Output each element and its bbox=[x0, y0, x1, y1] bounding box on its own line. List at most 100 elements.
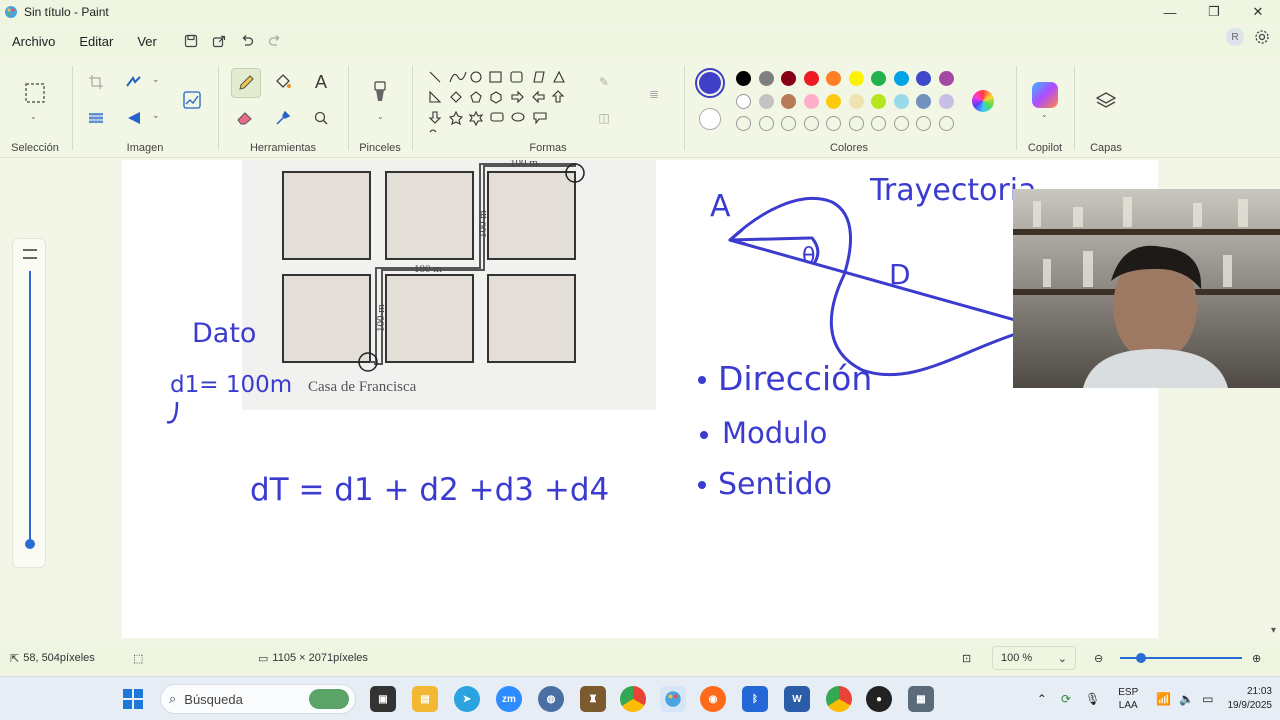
fill-bucket-icon[interactable] bbox=[269, 68, 297, 96]
rotate-icon[interactable] bbox=[120, 104, 148, 132]
selection-rectangle-icon[interactable] bbox=[20, 78, 50, 108]
menu-ver[interactable]: Ver bbox=[125, 34, 169, 49]
secondary-color[interactable] bbox=[699, 108, 721, 130]
telegram-icon[interactable]: ➤ bbox=[454, 686, 480, 712]
image-edit-icon[interactable] bbox=[178, 86, 206, 114]
edit-colors-icon[interactable] bbox=[972, 90, 994, 112]
zoom-slider-track[interactable] bbox=[1120, 653, 1242, 663]
resize-icon[interactable] bbox=[120, 68, 148, 96]
magnifier-icon[interactable] bbox=[307, 104, 335, 132]
custom-color-slot[interactable] bbox=[758, 116, 774, 131]
taskbar-search[interactable]: ⌕ Búsqueda bbox=[160, 684, 356, 714]
chevron-down-icon[interactable]: ⌄ bbox=[377, 112, 384, 121]
palette-swatch[interactable] bbox=[848, 94, 864, 109]
zoom-thumb[interactable] bbox=[25, 539, 35, 549]
chrome-icon[interactable] bbox=[620, 686, 646, 712]
eraser-icon[interactable] bbox=[231, 104, 259, 132]
palette-swatch[interactable] bbox=[781, 71, 796, 86]
fit-window-icon[interactable]: ⊡ bbox=[962, 652, 971, 665]
sync-icon[interactable]: ⟳ bbox=[1061, 692, 1071, 706]
wifi-icon[interactable]: 📶 bbox=[1156, 692, 1171, 706]
palette-swatch[interactable] bbox=[758, 94, 774, 109]
vertical-zoom-panel[interactable] bbox=[12, 238, 46, 568]
zoom-dropdown[interactable]: 100 % ⌄ bbox=[992, 646, 1076, 670]
share-icon[interactable] bbox=[205, 27, 233, 55]
globe-app-icon[interactable]: ◍ bbox=[538, 686, 564, 712]
palette-swatch[interactable] bbox=[826, 94, 841, 109]
settings-gear-icon[interactable] bbox=[1254, 29, 1270, 45]
microphone-icon[interactable]: 🎙 bbox=[1085, 692, 1100, 706]
palette-swatch[interactable] bbox=[871, 71, 886, 86]
custom-color-slot[interactable] bbox=[848, 116, 864, 131]
chrome-profile-icon[interactable] bbox=[826, 686, 852, 712]
palette-swatch[interactable] bbox=[893, 94, 909, 109]
chevron-down-icon[interactable]: ⌄ bbox=[152, 74, 160, 85]
text-tool-icon[interactable]: A bbox=[307, 68, 335, 96]
palette-swatch[interactable] bbox=[736, 94, 751, 109]
palette-swatch[interactable] bbox=[826, 71, 841, 86]
zoom-app-icon[interactable]: zm bbox=[496, 686, 522, 712]
word-icon[interactable]: W bbox=[784, 686, 810, 712]
custom-color-slot[interactable] bbox=[826, 116, 841, 131]
undo-icon[interactable] bbox=[233, 27, 261, 55]
outline-icon[interactable]: ✎ bbox=[590, 68, 618, 96]
save-icon[interactable] bbox=[177, 27, 205, 55]
palette-swatch[interactable] bbox=[803, 71, 819, 86]
custom-color-slot[interactable] bbox=[781, 116, 796, 131]
paint-taskbar-icon[interactable] bbox=[660, 686, 686, 712]
palette-swatch[interactable] bbox=[803, 94, 819, 109]
calculator-icon[interactable]: ▦ bbox=[908, 686, 934, 712]
volume-icon[interactable]: 🔈 bbox=[1179, 692, 1194, 706]
palette-swatch[interactable] bbox=[938, 94, 954, 109]
select-all-icon[interactable] bbox=[82, 104, 110, 132]
media-app-icon[interactable]: ● bbox=[866, 686, 892, 712]
task-view-icon[interactable]: ▣ bbox=[370, 686, 396, 712]
custom-color-slot[interactable] bbox=[871, 116, 886, 131]
menu-archivo[interactable]: Archivo bbox=[0, 34, 67, 49]
palette-swatch[interactable] bbox=[781, 94, 796, 109]
battery-icon[interactable]: ▭ bbox=[1202, 692, 1213, 706]
language-indicator[interactable]: ESP LAA bbox=[1118, 686, 1138, 712]
zoom-out-icon[interactable]: ⊖ bbox=[1094, 652, 1103, 665]
primary-color[interactable] bbox=[695, 68, 725, 98]
palette-swatch[interactable] bbox=[916, 94, 931, 109]
zoom-in-icon[interactable]: ⊕ bbox=[1252, 652, 1261, 665]
shapes-gallery[interactable] bbox=[426, 68, 586, 136]
redo-icon[interactable] bbox=[261, 27, 289, 55]
clock[interactable]: 21:03 19/9/2025 bbox=[1228, 685, 1273, 713]
custom-color-slot[interactable] bbox=[938, 116, 954, 131]
fill-icon[interactable]: ◫ bbox=[590, 104, 618, 132]
custom-color-slot[interactable] bbox=[803, 116, 819, 131]
scroll-down-icon[interactable]: ▾ bbox=[1271, 625, 1276, 636]
chevron-up-icon[interactable]: ⌃ bbox=[1037, 692, 1047, 706]
close-button[interactable]: ✕ bbox=[1236, 0, 1280, 24]
drawing-canvas[interactable]: 100 m 100 m 100 m 100 m Casa de Francisc… bbox=[122, 160, 1158, 638]
game-app-icon[interactable]: ♜ bbox=[580, 686, 606, 712]
file-explorer-icon[interactable]: ▤ bbox=[412, 686, 438, 712]
custom-color-slot[interactable] bbox=[893, 116, 909, 131]
minimize-button[interactable]: — bbox=[1148, 0, 1192, 24]
bluetooth-icon[interactable]: ᛒ bbox=[742, 686, 768, 712]
maximize-button[interactable]: ❐ bbox=[1192, 0, 1236, 24]
copilot-icon[interactable] bbox=[1032, 82, 1058, 108]
color-picker-icon[interactable] bbox=[269, 104, 297, 132]
custom-color-slot[interactable] bbox=[916, 116, 931, 131]
shape-size-icon[interactable]: ≣ bbox=[640, 80, 668, 108]
palette-swatch[interactable] bbox=[758, 71, 774, 86]
chevron-down-icon[interactable]: ⌄ bbox=[30, 112, 37, 121]
windows-start-icon[interactable] bbox=[120, 686, 146, 712]
pencil-icon[interactable] bbox=[231, 68, 261, 98]
palette-swatch[interactable] bbox=[848, 71, 864, 86]
zoom-slider-thumb[interactable] bbox=[1136, 653, 1146, 663]
custom-color-slot[interactable] bbox=[736, 116, 751, 131]
palette-swatch[interactable] bbox=[871, 94, 886, 109]
firefox-icon[interactable]: ◉ bbox=[700, 686, 726, 712]
account-avatar[interactable]: R bbox=[1226, 28, 1244, 46]
brush-icon[interactable] bbox=[366, 78, 394, 106]
layers-icon[interactable] bbox=[1095, 90, 1117, 112]
palette-swatch[interactable] bbox=[938, 71, 954, 86]
menu-editar[interactable]: Editar bbox=[67, 34, 125, 49]
chevron-down-icon[interactable]: ⌄ bbox=[1041, 110, 1048, 119]
palette-swatch[interactable] bbox=[893, 71, 909, 86]
palette-swatch[interactable] bbox=[916, 71, 931, 86]
